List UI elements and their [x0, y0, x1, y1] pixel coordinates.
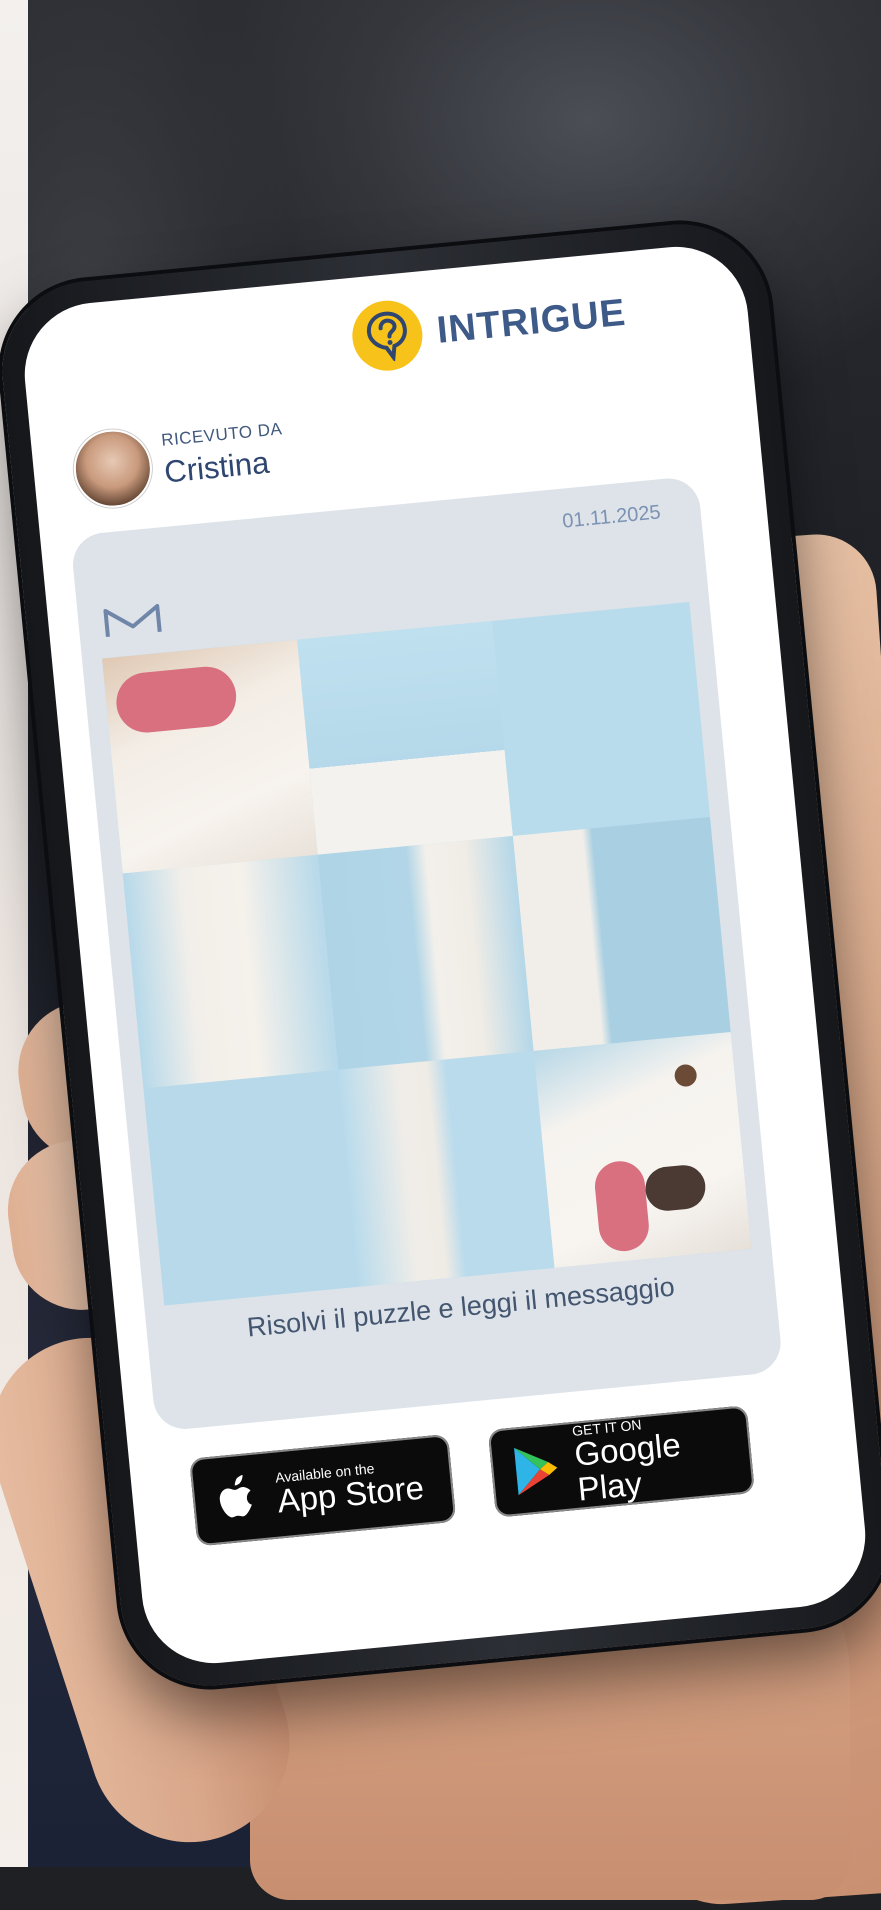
brand-name: INTRIGUE: [435, 291, 628, 352]
google-play-label: Google Play: [572, 1426, 683, 1508]
sender-name: Cristina: [162, 444, 271, 490]
puzzle-tile[interactable]: [492, 601, 710, 836]
google-play-button[interactable]: GET IT ON Google Play: [487, 1405, 755, 1518]
store-badges: Available on the App Store GET IT ON Goo…: [189, 1401, 797, 1568]
avatar: [70, 426, 156, 512]
question-bubble-icon: [349, 297, 426, 374]
puzzle-tile[interactable]: [512, 816, 731, 1051]
apple-icon: [219, 1475, 252, 1518]
message-card: 01.11.2025 Risolvi il puzzle e leggi il …: [70, 475, 784, 1432]
app-store-button[interactable]: Available on the App Store: [189, 1433, 457, 1547]
puzzle-tile[interactable]: [338, 1050, 555, 1287]
phone-screen: INTRIGUE RICEVUTO DA Cristina 01.11.2025: [18, 240, 872, 1670]
play-triangle-icon: [514, 1447, 558, 1496]
puzzle-tile[interactable]: [122, 854, 339, 1089]
puzzle-tile[interactable]: [317, 835, 534, 1070]
puzzle-tile[interactable]: [297, 620, 513, 855]
message-date: 01.11.2025: [561, 501, 662, 533]
puzzle-tile[interactable]: [143, 1069, 360, 1306]
puzzle-board[interactable]: [102, 601, 752, 1306]
smartphone: INTRIGUE RICEVUTO DA Cristina 01.11.2025: [0, 216, 881, 1694]
left-background-strip: [0, 0, 28, 1867]
m-letter-icon: [101, 598, 165, 644]
